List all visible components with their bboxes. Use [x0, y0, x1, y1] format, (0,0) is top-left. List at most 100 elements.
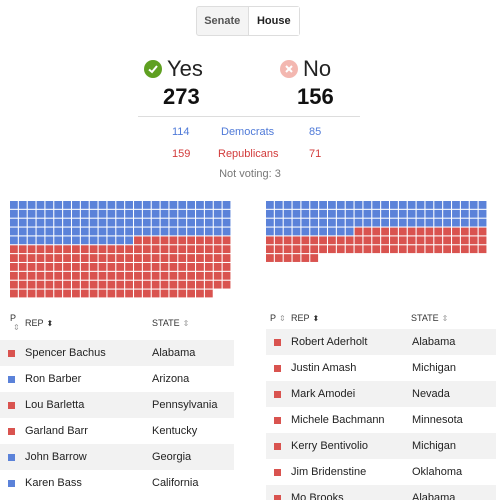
democrat-vote-square — [452, 201, 460, 209]
republican-vote-square — [134, 236, 142, 245]
table-row[interactable]: Lou Barletta Pennsylvania — [0, 392, 234, 418]
col-party-header[interactable]: P — [10, 313, 16, 323]
member-name[interactable]: Michele Bachmann — [291, 414, 412, 426]
col-rep-header-no[interactable]: REP ⬍ — [291, 313, 319, 323]
party-marker — [8, 427, 15, 435]
republican-vote-square — [434, 236, 443, 245]
republican-vote-square — [204, 254, 213, 262]
democrat-vote-square — [63, 209, 71, 218]
democrat-vote-square — [27, 236, 36, 245]
republican-vote-square — [18, 289, 27, 298]
democrat-vote-square — [204, 209, 213, 218]
table-row[interactable]: Kerry Bentivolio Michigan — [266, 433, 496, 459]
yes-democrats-count: 114 — [172, 126, 190, 138]
member-name[interactable]: Lou Barletta — [25, 399, 152, 411]
table-row[interactable]: Justin Amash Michigan — [266, 355, 496, 381]
table-row[interactable]: Karen Bass California — [0, 470, 234, 496]
member-state: Arizona — [152, 373, 190, 385]
x-icon — [280, 60, 298, 78]
republican-vote-square — [213, 280, 222, 289]
democrat-vote-square — [204, 218, 213, 227]
member-name[interactable]: Karen Bass — [25, 477, 152, 489]
democrat-vote-square — [398, 218, 407, 227]
republican-vote-square — [160, 236, 169, 245]
republican-vote-square — [80, 254, 89, 262]
democrat-vote-square — [460, 201, 469, 209]
democrat-vote-square — [301, 201, 310, 209]
democrat-vote-square — [398, 201, 407, 209]
democrat-vote-square — [336, 201, 345, 209]
democrat-vote-square — [328, 201, 336, 209]
tab-house[interactable]: House — [247, 7, 299, 35]
democrat-vote-square — [72, 227, 80, 236]
republican-vote-square — [434, 227, 443, 236]
col-rep-label: REP — [25, 318, 44, 328]
democrat-vote-square — [187, 209, 195, 218]
member-state: Pennsylvania — [152, 399, 218, 411]
table-row[interactable]: Garland Barr Kentucky — [0, 418, 234, 444]
table-row[interactable]: John Barrow Georgia — [0, 444, 234, 470]
republican-vote-square — [443, 245, 451, 254]
republican-vote-square — [98, 289, 107, 298]
democrat-vote-square — [160, 201, 169, 209]
party-marker — [274, 468, 281, 476]
party-sort-icon[interactable]: ⇕ — [10, 323, 20, 332]
member-name[interactable]: Ron Barber — [25, 373, 152, 385]
table-row[interactable]: Michele Bachmann Minnesota — [266, 407, 496, 433]
table-row[interactable]: Mark Amodei Nevada — [266, 381, 496, 407]
republican-vote-square — [204, 289, 213, 298]
republican-vote-square — [63, 271, 71, 280]
democrat-vote-square — [178, 209, 187, 218]
not-voting-count: Not voting: 3 — [219, 168, 281, 180]
table-row[interactable]: Spencer Bachus Alabama — [0, 340, 234, 366]
democrat-vote-square — [160, 218, 169, 227]
table-row[interactable]: Mo Brooks Alabama — [266, 485, 496, 500]
member-name[interactable]: Jim Bridenstine — [291, 466, 412, 478]
democrat-vote-square — [434, 201, 443, 209]
party-marker — [274, 364, 281, 372]
democrat-vote-square — [125, 201, 133, 209]
democrat-vote-square — [460, 218, 469, 227]
republican-vote-square — [54, 271, 63, 280]
republican-vote-square — [63, 280, 71, 289]
member-name[interactable]: Mo Brooks — [291, 492, 412, 500]
member-name[interactable]: Mark Amodei — [291, 388, 412, 400]
member-name[interactable]: Justin Amash — [291, 362, 412, 374]
member-name[interactable]: Garland Barr — [25, 425, 152, 437]
democrat-vote-square — [478, 201, 487, 209]
republican-vote-square — [151, 263, 160, 271]
table-row[interactable]: Robert Aderholt Alabama — [266, 329, 496, 355]
democrat-vote-square — [301, 218, 310, 227]
col-state-header-no[interactable]: STATE ⇕ — [411, 313, 448, 323]
republican-vote-square — [416, 236, 425, 245]
republican-vote-square — [151, 280, 160, 289]
summary-divider — [138, 116, 360, 117]
member-name[interactable]: Spencer Bachus — [25, 347, 152, 359]
republican-vote-square — [36, 245, 45, 254]
democrat-vote-square — [354, 209, 363, 218]
democrat-vote-square — [134, 227, 142, 236]
republican-vote-square — [98, 254, 107, 262]
republican-vote-square — [390, 227, 398, 236]
col-party-header-no[interactable]: P ⇕ — [270, 313, 286, 323]
table-row[interactable]: Ron Barber Arizona — [0, 366, 234, 392]
table-row[interactable]: Jim Bridenstine Oklahoma — [266, 459, 496, 485]
tab-senate[interactable]: Senate — [197, 7, 248, 35]
col-rep-header[interactable]: REP ⬍ — [25, 318, 53, 328]
col-state-header[interactable]: STATE ⇕ — [152, 318, 189, 328]
democrat-vote-square — [54, 201, 63, 209]
member-name[interactable]: Kerry Bentivolio — [291, 440, 412, 452]
party-marker — [8, 349, 15, 357]
democrat-vote-square — [336, 218, 345, 227]
democrat-vote-square — [301, 227, 310, 236]
republican-vote-square — [213, 254, 222, 262]
republican-vote-square — [187, 263, 195, 271]
democrat-vote-square — [142, 218, 151, 227]
republican-vote-square — [178, 289, 187, 298]
republican-vote-square — [213, 271, 222, 280]
member-name[interactable]: John Barrow — [25, 451, 152, 463]
republican-vote-square — [169, 289, 178, 298]
member-name[interactable]: Robert Aderholt — [291, 336, 412, 348]
sort-down-icon: ⬍ — [312, 313, 320, 323]
democrat-vote-square — [381, 209, 389, 218]
